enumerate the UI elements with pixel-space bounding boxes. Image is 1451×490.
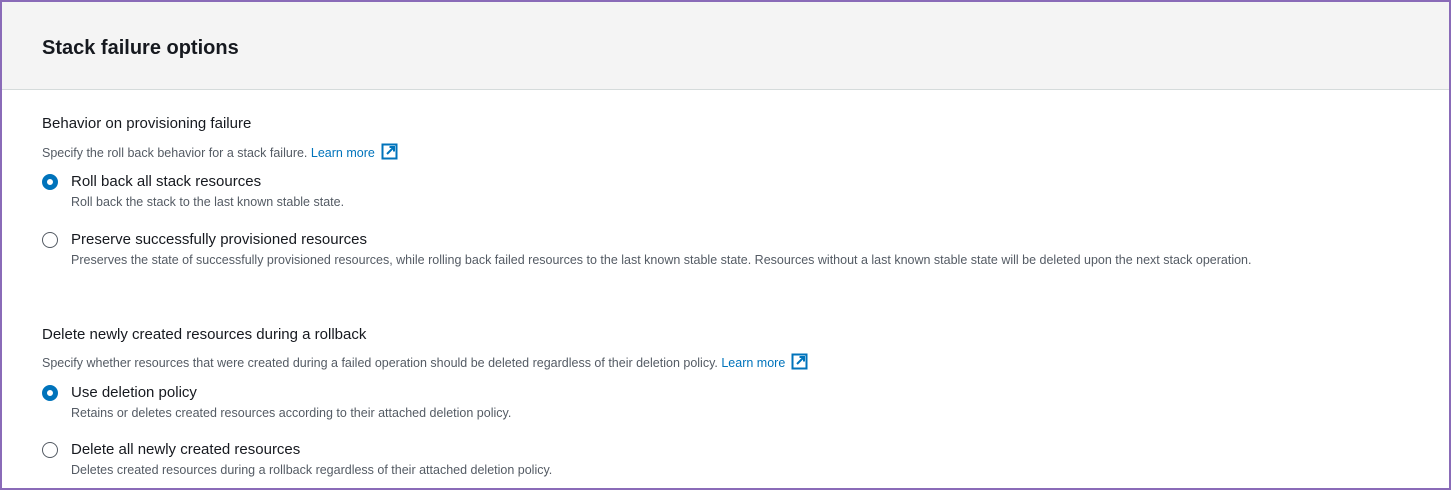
rollback-delete-label: Delete newly created resources during a …	[42, 326, 367, 343]
radio-description: Retains or deletes created resources acc…	[71, 406, 512, 420]
rollback-delete-learn-more-text[interactable]: Learn more	[721, 356, 785, 370]
panel-title: Stack failure options	[42, 37, 239, 59]
radio-label[interactable]: Use deletion policy	[71, 384, 1391, 402]
provisioning-description-text: Specify the roll back behavior for a sta…	[42, 146, 308, 160]
radio-option-roll-back-all[interactable]: Roll back all stack resources Roll back …	[42, 173, 1391, 211]
radio-button-roll-back-all[interactable]	[42, 174, 58, 190]
radio-option-use-deletion-policy[interactable]: Use deletion policy Retains or deletes c…	[42, 384, 1391, 422]
radio-description: Preserves the state of successfully prov…	[71, 253, 1252, 267]
provisioning-learn-more-text[interactable]: Learn more	[311, 146, 375, 160]
provisioning-failure-label: Behavior on provisioning failure	[42, 115, 252, 132]
radio-button-delete-all-new[interactable]	[42, 442, 58, 458]
radio-label[interactable]: Preserve successfully provisioned resour…	[71, 231, 1391, 249]
external-link-icon[interactable]	[381, 143, 398, 160]
provisioning-learn-more-link[interactable]: Learn more	[311, 143, 398, 160]
external-link-icon[interactable]	[791, 353, 808, 370]
radio-text: Roll back all stack resources Roll back …	[71, 173, 1391, 211]
stack-failure-options-panel: Stack failure options Behavior on provis…	[0, 0, 1451, 490]
rollback-delete-description: Specify whether resources that were crea…	[42, 353, 808, 371]
radio-label[interactable]: Roll back all stack resources	[71, 173, 1391, 191]
radio-label[interactable]: Delete all newly created resources	[71, 441, 1391, 459]
radio-description: Roll back the stack to the last known st…	[71, 195, 345, 209]
rollback-delete-description-text: Specify whether resources that were crea…	[42, 356, 718, 370]
radio-button-preserve-provisioned[interactable]	[42, 232, 58, 248]
rollback-delete-learn-more-link[interactable]: Learn more	[721, 353, 808, 370]
radio-text: Preserve successfully provisioned resour…	[71, 231, 1391, 269]
radio-text: Use deletion policy Retains or deletes c…	[71, 384, 1391, 422]
radio-option-delete-all-new[interactable]: Delete all newly created resources Delet…	[42, 441, 1391, 479]
radio-option-preserve-provisioned[interactable]: Preserve successfully provisioned resour…	[42, 231, 1391, 269]
radio-button-use-deletion-policy[interactable]	[42, 385, 58, 401]
provisioning-failure-description: Specify the roll back behavior for a sta…	[42, 143, 398, 161]
panel-header: Stack failure options	[2, 2, 1449, 90]
radio-description: Deletes created resources during a rollb…	[71, 463, 553, 477]
radio-text: Delete all newly created resources Delet…	[71, 441, 1391, 479]
